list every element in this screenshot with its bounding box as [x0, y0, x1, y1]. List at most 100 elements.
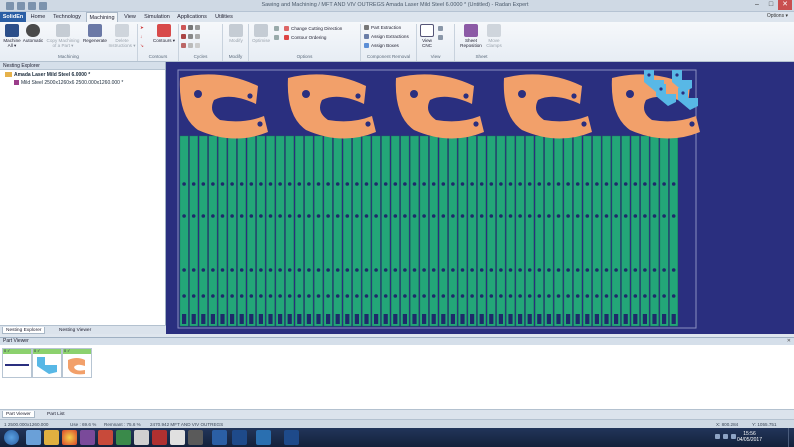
- tab-part-list[interactable]: Part List: [44, 411, 68, 418]
- bracket-hole: [659, 87, 663, 91]
- redo-icon[interactable]: [28, 2, 36, 10]
- tab-nesting-explorer[interactable]: Nesting Explorer: [2, 327, 46, 334]
- copy-machining-label: Copy Machining of a Part ▾: [46, 38, 80, 48]
- modify-button[interactable]: Modify: [225, 24, 247, 43]
- strip-part: [419, 135, 429, 327]
- tab-machining[interactable]: Machining: [86, 12, 118, 22]
- tab-nesting-viewer[interactable]: Nesting Viewer: [56, 327, 94, 334]
- show-desktop-button[interactable]: [788, 428, 794, 447]
- print-icon[interactable]: [39, 2, 47, 10]
- strip-part: [467, 135, 477, 327]
- tab-part-viewer[interactable]: Part Viewer: [2, 411, 35, 418]
- save-icon[interactable]: [6, 2, 14, 10]
- machine-all-button[interactable]: Machine All ▾: [2, 24, 22, 48]
- media-icon[interactable]: [80, 430, 95, 445]
- photoshop-icon[interactable]: [256, 430, 271, 445]
- strip-slot: [575, 314, 580, 324]
- view-tool-2[interactable]: [438, 35, 445, 41]
- strip-hole: [643, 182, 647, 186]
- part-card-bracket[interactable]: 0 ✓: [32, 348, 62, 378]
- part-card-hook[interactable]: 0 ✓: [62, 348, 92, 378]
- ie-icon[interactable]: [26, 430, 41, 445]
- option-tool-1[interactable]: [274, 26, 281, 32]
- tab-applications[interactable]: Applications: [176, 12, 208, 22]
- app2-icon[interactable]: [116, 430, 131, 445]
- delete-instructions-button[interactable]: Delete Instructions ▾: [108, 24, 136, 48]
- tree-node-root[interactable]: Amada Laser Mild Steel 6.0000 *: [5, 72, 90, 78]
- nest-drawing-canvas[interactable]: [166, 62, 794, 334]
- tab-utilities[interactable]: Utilities: [212, 12, 236, 22]
- move-clamps-button[interactable]: Move Clamps: [484, 24, 504, 48]
- app4-icon[interactable]: [152, 430, 167, 445]
- cycle-tool-1[interactable]: [181, 25, 202, 31]
- minimize-button[interactable]: –: [750, 0, 764, 10]
- system-tray[interactable]: [715, 434, 736, 439]
- automatic-button[interactable]: Automatic: [22, 24, 44, 43]
- hook-hole: [518, 90, 526, 98]
- hook-hole: [302, 90, 310, 98]
- close-button[interactable]: ✕: [778, 0, 792, 10]
- optimise-icon: [254, 24, 268, 37]
- part-viewer-close-icon[interactable]: ✕: [787, 338, 791, 344]
- app3-icon[interactable]: [134, 430, 149, 445]
- tab-app[interactable]: SolidEn: [0, 12, 26, 22]
- sheet-reposition-button[interactable]: Sheet Reposition: [458, 24, 484, 48]
- view-tool-1[interactable]: [438, 26, 445, 32]
- contour-tool-2[interactable]: ↓: [140, 34, 142, 40]
- contour-tool-3[interactable]: ↘: [140, 43, 144, 49]
- strip-hole: [556, 268, 561, 272]
- strip-hole: [412, 214, 417, 218]
- chrome-icon[interactable]: [62, 430, 77, 445]
- radan-icon[interactable]: [232, 430, 247, 445]
- view-cnc-button[interactable]: View CNC: [418, 24, 436, 48]
- hook-body: [395, 74, 484, 139]
- regenerate-button[interactable]: Regenerate: [82, 24, 108, 43]
- hook-part: [503, 74, 592, 139]
- strip-hole: [364, 294, 369, 298]
- optimise-button[interactable]: Optimise: [250, 24, 272, 43]
- strip-slot: [335, 314, 340, 324]
- app6-icon[interactable]: [188, 430, 203, 445]
- tree-node-sheet[interactable]: Mild Steel 2500x1260x6 2500.000x1260.000…: [14, 80, 123, 86]
- strip-hole: [527, 214, 532, 218]
- gears-icon: [26, 24, 40, 37]
- part-extraction-button[interactable]: Part Extraction: [364, 25, 401, 31]
- cycle-tool-3[interactable]: [181, 43, 202, 49]
- strip-slot: [508, 314, 513, 324]
- tab-simulation[interactable]: Simulation: [142, 12, 172, 22]
- quick-access-toolbar[interactable]: [6, 2, 47, 10]
- tab-view[interactable]: View: [122, 12, 138, 22]
- contours-button[interactable]: Contours ▾: [152, 24, 176, 43]
- strip-hole: [537, 294, 542, 298]
- option-tool-2[interactable]: [274, 35, 281, 41]
- strip-part: [352, 135, 362, 327]
- contour-ordering-button[interactable]: Contour Ordering: [284, 35, 327, 41]
- clock[interactable]: 15:56 04/05/2017: [737, 431, 762, 443]
- word-icon[interactable]: [212, 430, 227, 445]
- cycle-tool-2[interactable]: [181, 34, 202, 40]
- strip-hole: [393, 294, 398, 298]
- assign-extractions-button[interactable]: Assign Extractions: [364, 34, 409, 40]
- strip-hole: [182, 182, 186, 186]
- contour-tool-1[interactable]: ➤: [140, 25, 144, 31]
- app5-icon[interactable]: [170, 430, 185, 445]
- options-menu[interactable]: Options ▾: [767, 13, 788, 19]
- copy-machining-button[interactable]: Copy Machining of a Part ▾: [45, 24, 81, 48]
- start-icon[interactable]: [4, 430, 19, 445]
- contours-icon: [157, 24, 171, 37]
- undo-icon[interactable]: [17, 2, 25, 10]
- strip-slot: [527, 314, 532, 324]
- tab-technology[interactable]: Technology: [52, 12, 82, 22]
- app-icon[interactable]: [98, 430, 113, 445]
- part-card-strip[interactable]: 0 ✓: [2, 348, 32, 378]
- strip-hole: [633, 182, 638, 186]
- maximize-button[interactable]: □: [764, 0, 778, 10]
- change-cutting-direction-button[interactable]: Change Cutting Direction: [284, 26, 342, 32]
- tab-home[interactable]: Home: [28, 12, 48, 22]
- radan-icon-2[interactable]: [284, 430, 299, 445]
- folder-icon[interactable]: [44, 430, 59, 445]
- assign-boxes-button[interactable]: Assign Boxes: [364, 43, 399, 49]
- strip-hole: [643, 294, 647, 298]
- strip-hole: [537, 214, 542, 218]
- strip-hole: [604, 214, 609, 218]
